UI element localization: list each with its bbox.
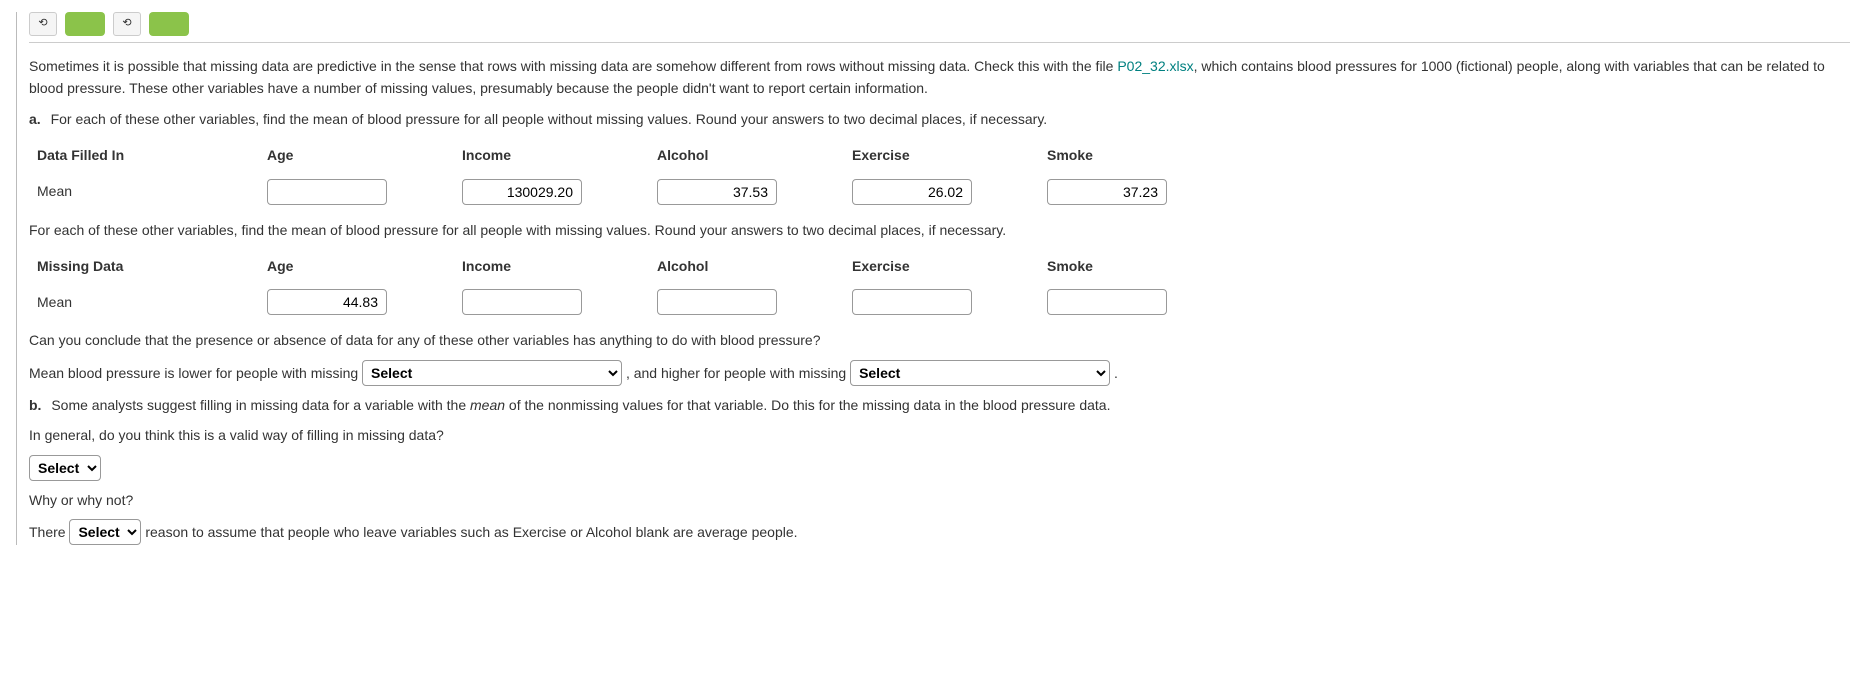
missing-higher-select[interactable]: Select xyxy=(850,360,1110,386)
there-sentence: There Select reason to assume that peopl… xyxy=(29,519,1850,545)
col-exercise: Exercise xyxy=(844,249,1039,283)
table-row: Data Filled In Age Income Alcohol Exerci… xyxy=(29,138,1234,172)
col-smoke: Smoke xyxy=(1039,138,1234,172)
missing-income-input[interactable] xyxy=(462,289,582,315)
file-link[interactable]: P02_32.xlsx xyxy=(1117,58,1193,74)
filled-exercise-input[interactable] xyxy=(852,179,972,205)
missing-header: Missing Data xyxy=(29,249,259,283)
part-a-letter: a. xyxy=(29,111,41,127)
col-smoke: Smoke xyxy=(1039,249,1234,283)
sentence-part-2: , and higher for people with missing xyxy=(626,365,850,381)
col-alcohol: Alcohol xyxy=(649,138,844,172)
col-age: Age xyxy=(259,138,454,172)
mean-label: Mean xyxy=(29,283,259,321)
table-row: Mean xyxy=(29,283,1234,321)
toolbar-icon-2[interactable]: ⟲ xyxy=(113,12,141,36)
sentence-part-3: . xyxy=(1114,365,1118,381)
filled-alcohol-input[interactable] xyxy=(657,179,777,205)
part-b-letter: b. xyxy=(29,397,41,413)
col-alcohol: Alcohol xyxy=(649,249,844,283)
there-part-1: There xyxy=(29,524,69,540)
col-income: Income xyxy=(454,249,649,283)
missing-alcohol-input[interactable] xyxy=(657,289,777,315)
conclusion-question: Can you conclude that the presence or ab… xyxy=(29,329,1850,351)
part-a-prompt-text: For each of these other variables, find … xyxy=(51,111,1048,127)
intro-paragraph: Sometimes it is possible that missing da… xyxy=(29,55,1850,100)
table-row: Missing Data Age Income Alcohol Exercise… xyxy=(29,249,1234,283)
toolbar-button-2[interactable] xyxy=(149,12,189,36)
missing-smoke-input[interactable] xyxy=(1047,289,1167,315)
mean-italic: mean xyxy=(470,397,505,413)
filled-income-input[interactable] xyxy=(462,179,582,205)
valid-question: In general, do you think this is a valid… xyxy=(29,424,1850,446)
part-b-before-italic: Some analysts suggest filling in missing… xyxy=(51,397,470,413)
missing-exercise-input[interactable] xyxy=(852,289,972,315)
data-filled-table: Data Filled In Age Income Alcohol Exerci… xyxy=(29,138,1234,210)
missing-data-table: Missing Data Age Income Alcohol Exercise… xyxy=(29,249,1234,321)
filled-smoke-input[interactable] xyxy=(1047,179,1167,205)
part-a-prompt2: For each of these other variables, find … xyxy=(29,219,1850,241)
valid-select[interactable]: Select xyxy=(29,455,101,481)
toolbar-button-1[interactable] xyxy=(65,12,105,36)
conclusion-sentence: Mean blood pressure is lower for people … xyxy=(29,360,1850,386)
there-select[interactable]: Select xyxy=(69,519,141,545)
table-row: Mean xyxy=(29,173,1234,211)
there-part-2: reason to assume that people who leave v… xyxy=(145,524,797,540)
part-a-prompt: a. For each of these other variables, fi… xyxy=(29,108,1850,130)
col-income: Income xyxy=(454,138,649,172)
col-exercise: Exercise xyxy=(844,138,1039,172)
col-age: Age xyxy=(259,249,454,283)
filled-header: Data Filled In xyxy=(29,138,259,172)
sentence-part-1: Mean blood pressure is lower for people … xyxy=(29,365,362,381)
mean-label: Mean xyxy=(29,173,259,211)
why-question: Why or why not? xyxy=(29,489,1850,511)
missing-lower-select[interactable]: Select xyxy=(362,360,622,386)
valid-select-row: Select xyxy=(29,455,1850,481)
intro-text-before: Sometimes it is possible that missing da… xyxy=(29,58,1117,74)
part-b-prompt: b. Some analysts suggest filling in miss… xyxy=(29,394,1850,416)
toolbar-icon-1[interactable]: ⟲ xyxy=(29,12,57,36)
top-toolbar: ⟲ ⟲ xyxy=(29,12,1850,43)
part-b-after-italic: of the nonmissing values for that variab… xyxy=(505,397,1110,413)
missing-age-input[interactable] xyxy=(267,289,387,315)
filled-age-input[interactable] xyxy=(267,179,387,205)
